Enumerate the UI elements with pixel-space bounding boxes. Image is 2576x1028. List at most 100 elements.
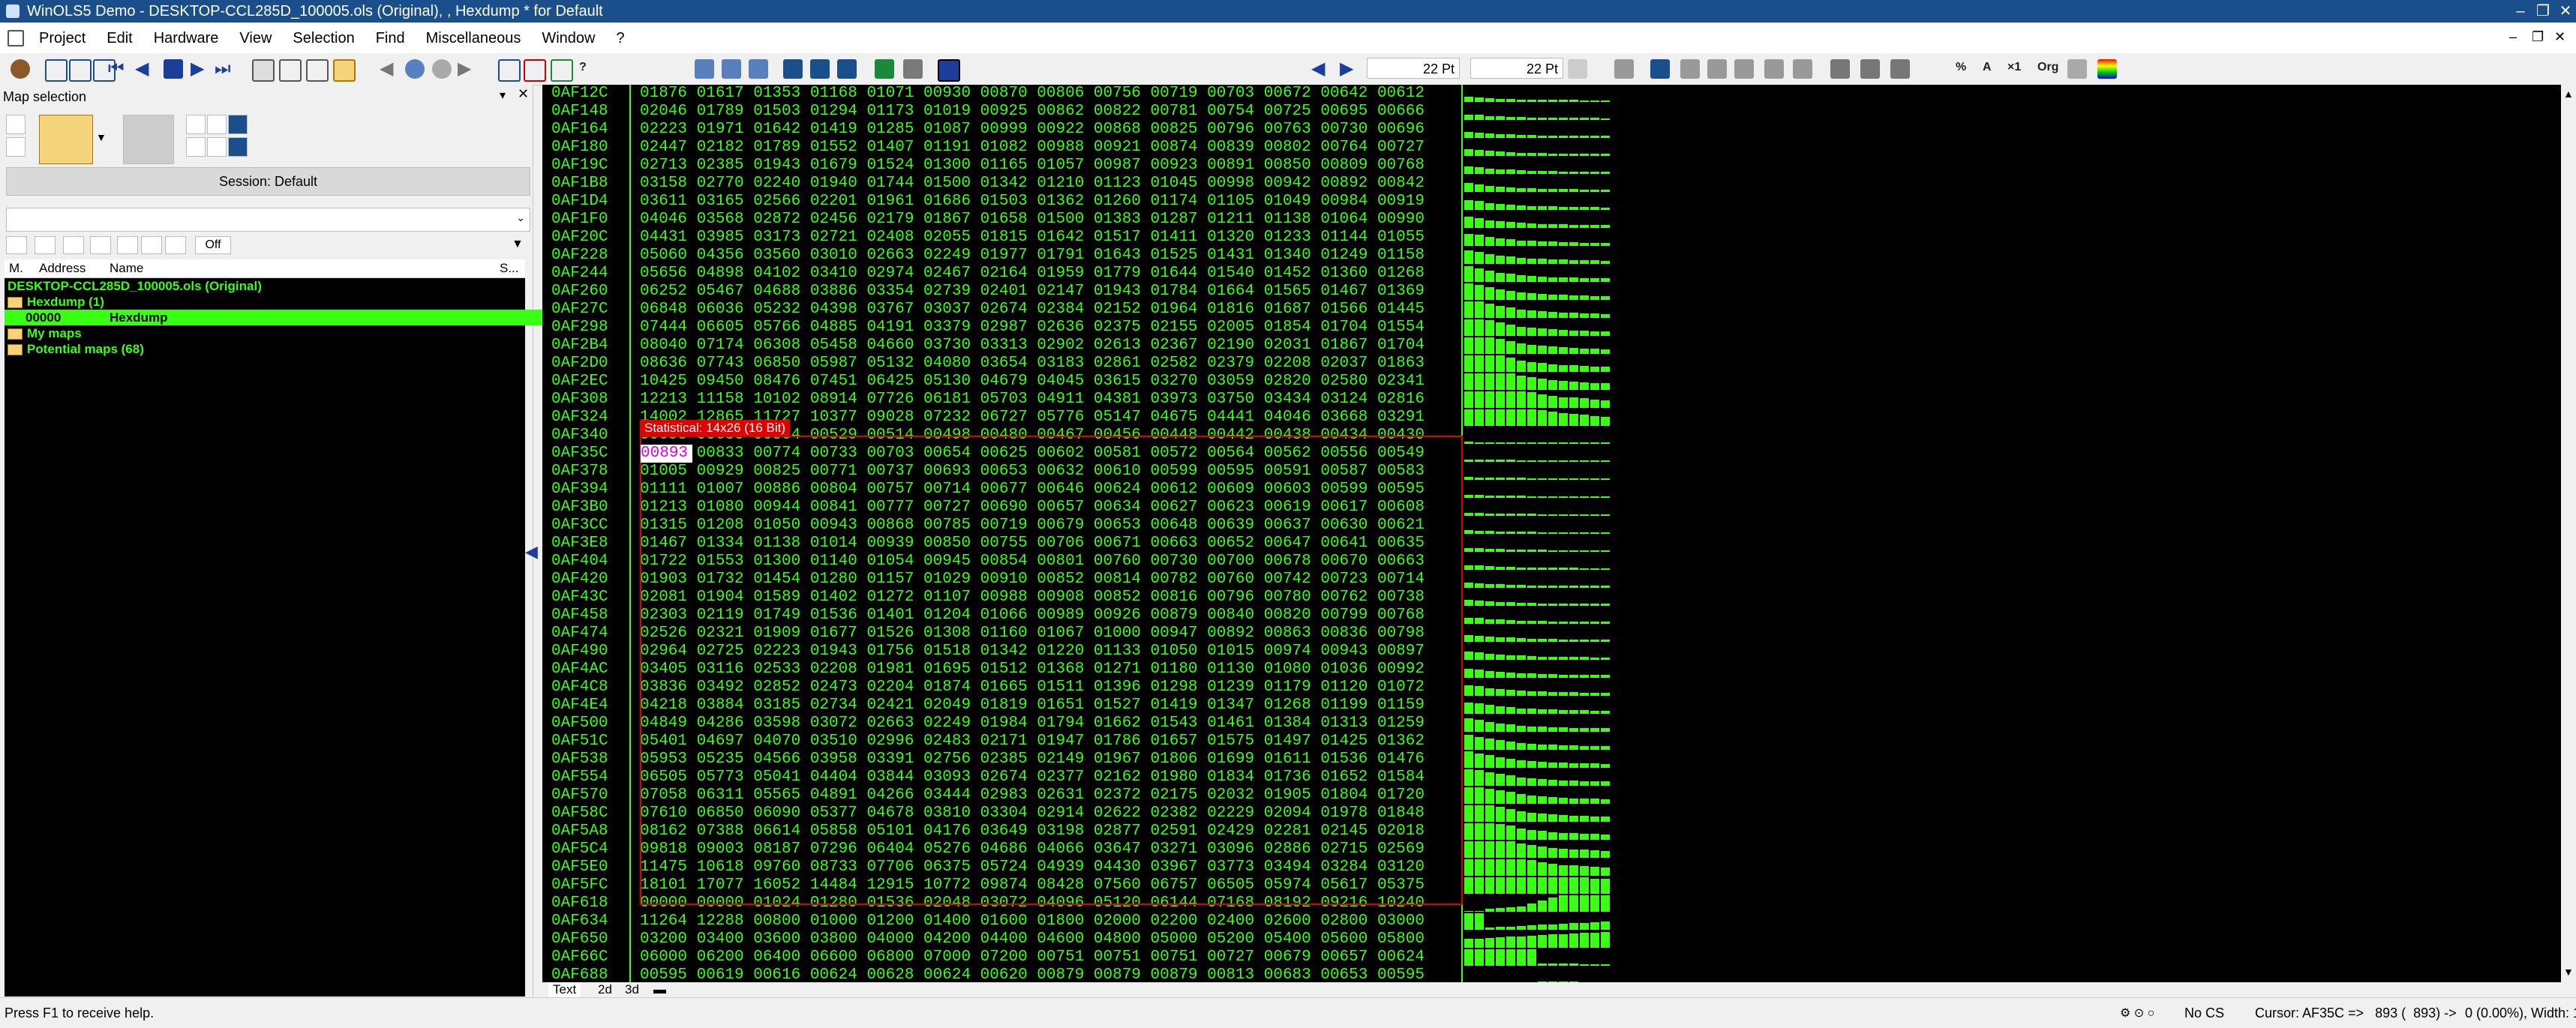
collapse-panel-icon[interactable]: ◀ [525,542,538,562]
hex-address[interactable]: 0AF244 [551,265,608,283]
cursor-cell[interactable]: 00893 [641,445,692,463]
panel-menu-icon[interactable]: ▾ [500,88,506,103]
tree-props-icon[interactable] [207,137,227,157]
tree-item[interactable]: Hexdump (1) [5,294,525,310]
hex-values[interactable]: 12213 11158 10102 08914 07726 06181 0570… [640,391,1425,409]
hex-address[interactable]: 0AF228 [551,247,608,265]
filter-combo[interactable]: ⌄ [6,208,530,232]
wave-icon[interactable] [1793,59,1812,79]
hex-address[interactable]: 0AF66C [551,949,608,967]
save-map-icon[interactable] [6,137,26,157]
filter-off-toggle[interactable]: Off [195,236,231,254]
spin-icon[interactable] [1568,59,1587,79]
filter-bits-icon[interactable] [141,236,162,254]
original-button[interactable]: Org [2037,61,2058,74]
hex-values[interactable]: 11264 12288 00800 01000 01200 01400 0160… [640,913,1425,931]
signed-icon[interactable] [1734,59,1754,79]
hex-values[interactable]: 02713 02385 01943 01679 01524 01300 0116… [640,157,1425,175]
chip-icon[interactable] [11,59,30,79]
save-project-icon[interactable] [69,59,92,82]
new-map-icon[interactable] [6,115,26,134]
project-info-icon[interactable] [551,59,573,82]
hex-address[interactable]: 0AF490 [551,643,608,661]
hex-address[interactable]: 0AF180 [551,139,608,157]
menu-view[interactable]: View [229,30,282,47]
grid-icon[interactable] [1614,59,1634,79]
checksum-icon[interactable] [306,59,329,82]
hex-address[interactable]: 0AF2EC [551,373,608,391]
map-gray-icon[interactable] [903,59,923,79]
prev-map-icon[interactable]: ◀ [135,59,155,79]
map-list-icon[interactable] [164,59,183,79]
col-size[interactable]: S... [500,261,519,276]
find-value-icon[interactable] [722,59,741,79]
hex-address[interactable]: 0AF458 [551,607,608,625]
factor-button[interactable]: ×1 [2007,61,2021,74]
hex-values[interactable]: 05060 04356 03560 03010 02663 02249 0197… [640,247,1425,265]
tree-group-icon[interactable] [228,115,248,134]
hex-address[interactable]: 0AF688 [551,967,608,982]
hex-address[interactable]: 0AF1F0 [551,211,608,229]
open-project-icon[interactable] [45,59,68,82]
next-map-icon[interactable]: ▶ [191,59,210,79]
hex-address[interactable]: 0AF650 [551,931,608,949]
tree-item[interactable]: 00000 Hexdump [5,310,543,325]
hex-values[interactable]: 02223 01971 01642 01419 01285 01087 0099… [640,121,1425,139]
session-button[interactable]: Session: Default [6,167,530,196]
hex-address[interactable]: 0AF4C8 [551,679,608,697]
mdi-minimize-button[interactable]: – [2509,29,2517,45]
vertical-scrollbar[interactable]: ▲ ▼ [2561,85,2576,982]
hex-address[interactable]: 0AF5C4 [551,841,608,859]
hex-values[interactable]: 03611 03165 02566 02201 01961 01686 0150… [640,193,1425,211]
find-map-icon[interactable] [749,59,768,79]
hex-values[interactable]: 01876 01617 01353 01168 01071 00930 0087… [640,85,1425,103]
rows-icon[interactable] [1890,59,1910,79]
close-button[interactable]: ✕ [2550,0,2576,22]
diff-icon[interactable] [2067,59,2087,79]
hex-address[interactable]: 0AF420 [551,571,608,589]
tree-puzzle-icon[interactable] [228,137,248,157]
hex-address[interactable]: 0AF298 [551,319,608,337]
hex-values[interactable]: 04431 03985 03173 02721 02408 02055 0181… [640,229,1425,247]
hex-address[interactable]: 0AF3CC [551,517,608,535]
hilo-icon[interactable] [1764,59,1784,79]
prev-icon[interactable]: ◀ [1311,59,1331,79]
hex-values[interactable]: 03200 03400 03600 03800 04000 04200 0440… [640,931,1425,949]
hex-values[interactable]: 10425 09450 08476 07451 06425 05130 0467… [640,373,1425,391]
filter-columns-icon[interactable] [35,236,56,254]
tab-2d[interactable]: 2d [593,982,617,997]
import-icon[interactable] [783,59,803,79]
hex-address[interactable]: 0AF340 [551,427,608,445]
export-icon[interactable] [810,59,830,79]
hex-values[interactable]: 06252 05467 04688 03886 03354 02739 0240… [640,283,1425,301]
window-icon[interactable] [498,59,521,82]
width-icon[interactable] [1680,59,1700,79]
percent-button[interactable]: % [1956,61,1966,74]
scroll-down-icon[interactable]: ▼ [2563,966,2574,978]
hex-address[interactable]: 0AF20C [551,229,608,247]
bits-icon[interactable] [1707,59,1727,79]
hex-address[interactable]: 0AF618 [551,895,608,913]
hex-address[interactable]: 0AF538 [551,751,608,769]
hex-address[interactable]: 0AF2D0 [551,355,608,373]
filter-size-icon[interactable] [90,236,111,254]
tree-item[interactable]: Potential maps (68) [5,341,525,357]
verify-icon[interactable] [524,59,546,82]
hex-address[interactable]: 0AF27C [551,301,608,319]
font-size-field-2[interactable]: 22 Pt [1470,58,1563,79]
hex-address[interactable]: 0AF378 [551,463,608,481]
cloud-icon[interactable] [405,59,425,79]
hex-address[interactable]: 0AF404 [551,553,608,571]
menu-project[interactable]: Project [29,30,96,47]
hex-address[interactable]: 0AF394 [551,481,608,499]
mdi-restore-button[interactable]: ❐ [2532,29,2544,45]
hex-address[interactable]: 0AF500 [551,715,608,733]
tab-3d[interactable]: 3d [620,982,644,997]
hex-values[interactable]: 07444 06605 05766 04885 04191 03379 0298… [640,319,1425,337]
hex-values[interactable]: 08040 07174 06308 05458 04660 03730 0331… [640,337,1425,355]
scroll-up-icon[interactable]: ▲ [2563,88,2574,100]
hexdump-editor[interactable]: 0AF12C 01876 01617 01353 01168 01071 0093… [542,85,2561,982]
search-icon[interactable] [279,59,302,82]
hex-address[interactable]: 0AF1D4 [551,193,608,211]
hex-address[interactable]: 0AF19C [551,157,608,175]
